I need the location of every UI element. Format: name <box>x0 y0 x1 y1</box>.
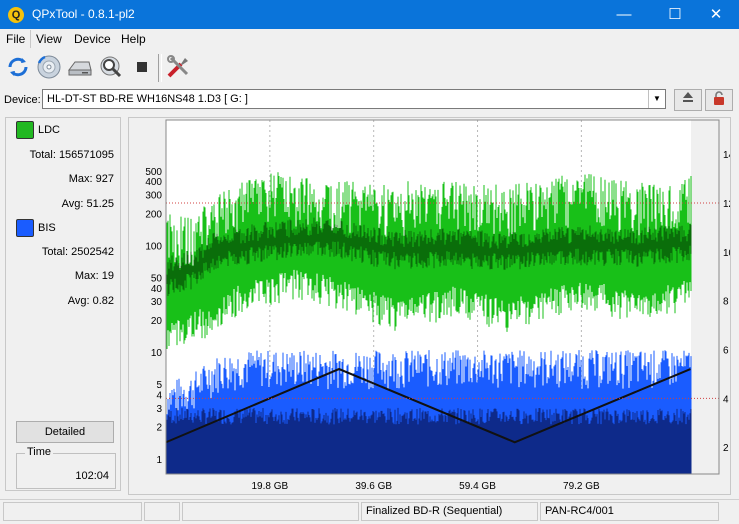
detailed-button[interactable]: Detailed <box>16 421 114 443</box>
ldc-max-label: Max: <box>68 173 93 185</box>
tools-icon[interactable] <box>165 54 191 80</box>
y-left-tick-label: 200 <box>145 209 162 220</box>
lock-icon <box>714 91 724 105</box>
status-pane-3 <box>182 502 359 521</box>
toolbar <box>0 50 739 86</box>
lock-button[interactable] <box>705 89 733 111</box>
status-bar: Finalized BD-R (Sequential) PAN-RC4/001 <box>0 499 739 524</box>
ldc-bis-chart: 1234510203040501002003004005002468101214… <box>145 119 735 492</box>
window-title: QPxTool - 0.8.1-pl2 <box>32 7 135 21</box>
toolbar-separator <box>158 54 162 82</box>
time-label: Time <box>25 446 54 458</box>
stats-panel: LDC Total: 156571095 Max: 927 Avg: 51.25… <box>5 117 121 491</box>
bis-max-label: Max: <box>74 270 99 282</box>
y-left-tick-label: 2 <box>156 423 162 434</box>
x-tick-label: 39.6 GB <box>355 481 392 492</box>
menu-view[interactable]: View <box>36 32 62 46</box>
time-value: 102:04 <box>75 470 109 482</box>
drive-info-icon[interactable] <box>67 54 93 80</box>
y-right-tick-label: 10 <box>723 248 730 259</box>
ldc-max-value: 927 <box>95 173 114 185</box>
y-left-tick-label: 40 <box>151 284 163 295</box>
bis-avg-label: Avg: <box>67 295 90 307</box>
close-button[interactable]: ✕ <box>693 0 739 29</box>
ldc-color-swatch <box>16 121 34 139</box>
y-left-tick-label: 300 <box>145 191 162 202</box>
bis-avg-area <box>165 407 692 474</box>
x-tick-label: 59.4 GB <box>459 481 496 492</box>
y-left-tick-label: 4 <box>156 391 162 402</box>
bis-max-value: 19 <box>101 270 114 282</box>
ldc-total-value: 156571095 <box>58 149 114 161</box>
bis-color-swatch <box>16 219 34 237</box>
device-label: Device: <box>4 94 41 106</box>
menu-file[interactable]: File <box>6 32 25 46</box>
y-right-tick-label: 2 <box>723 443 729 454</box>
y-right-tick-label: 8 <box>723 297 729 308</box>
y-right-tick-label: 6 <box>723 345 729 356</box>
bis-max: Max: 19 <box>75 270 114 282</box>
chart-panel: 1234510203040501002003004005002468101214… <box>128 117 735 495</box>
bis-avg: Avg: 0.82 <box>68 295 114 307</box>
stop-icon[interactable] <box>129 54 155 80</box>
menu-help[interactable]: Help <box>121 32 146 46</box>
y-left-tick-label: 100 <box>145 241 162 252</box>
y-right-tick-label: 14 <box>723 150 730 161</box>
ldc-avg-label: Avg: <box>61 198 84 210</box>
status-pane-1 <box>3 502 142 521</box>
maximize-button[interactable]: ☐ <box>652 0 698 29</box>
eject-icon <box>683 92 693 102</box>
ldc-avg-value: 51.25 <box>86 198 114 210</box>
y-left-tick-label: 500 <box>145 167 162 178</box>
y-left-tick-label: 10 <box>151 348 163 359</box>
status-media-id: PAN-RC4/001 <box>540 502 719 521</box>
ldc-total-label: Total: <box>29 149 56 161</box>
device-row: Device: HL-DT-ST BD-RE WH16NS48 1.D3 [ G… <box>0 87 739 113</box>
ldc-label: LDC <box>38 124 61 136</box>
device-select[interactable]: HL-DT-ST BD-RE WH16NS48 1.D3 [ G: ] ▼ <box>42 89 666 109</box>
y-left-tick-label: 30 <box>151 297 163 308</box>
status-disc-type: Finalized BD-R (Sequential) <box>361 502 538 521</box>
y-left-tick-label: 20 <box>151 316 163 327</box>
menu-device[interactable]: Device <box>74 32 111 46</box>
scan-icon[interactable] <box>98 54 124 80</box>
y-left-tick-label: 400 <box>145 177 162 188</box>
bis-total: Total: 2502542 <box>42 246 114 258</box>
bis-avg-value: 0.82 <box>92 295 114 307</box>
eject-button[interactable] <box>674 89 702 111</box>
y-left-tick-label: 3 <box>156 404 162 415</box>
y-left-tick-label: 5 <box>156 380 162 391</box>
chevron-down-icon[interactable]: ▼ <box>648 90 665 108</box>
y-left-tick-label: 1 <box>156 455 162 466</box>
status-pane-2 <box>144 502 180 521</box>
minimize-button[interactable]: — <box>601 0 647 29</box>
y-right-tick-label: 12 <box>723 199 730 210</box>
ldc-avg: Avg: 51.25 <box>62 198 114 210</box>
refresh-icon[interactable] <box>5 54 31 80</box>
x-tick-label: 79.2 GB <box>563 481 600 492</box>
menu-bar: File View Device Help <box>0 29 739 49</box>
bis-total-value: 2502542 <box>71 246 114 258</box>
title-bar: Q QPxTool - 0.8.1-pl2 — ☐ ✕ <box>0 0 739 29</box>
app-icon: Q <box>8 7 24 23</box>
device-value: HL-DT-ST BD-RE WH16NS48 1.D3 [ G: ] <box>47 93 248 105</box>
y-right-tick-label: 4 <box>723 394 729 405</box>
disc-info-icon[interactable] <box>36 54 62 80</box>
ldc-max: Max: 927 <box>69 173 114 185</box>
bis-total-label: Total: <box>41 246 69 258</box>
x-tick-label: 19.8 GB <box>251 481 288 492</box>
time-group: Time 102:04 <box>16 446 116 489</box>
y-left-tick-label: 50 <box>151 274 163 285</box>
ldc-total: Total: 156571095 <box>30 149 114 161</box>
menu-separator <box>30 30 31 48</box>
bis-label: BIS <box>38 222 56 234</box>
